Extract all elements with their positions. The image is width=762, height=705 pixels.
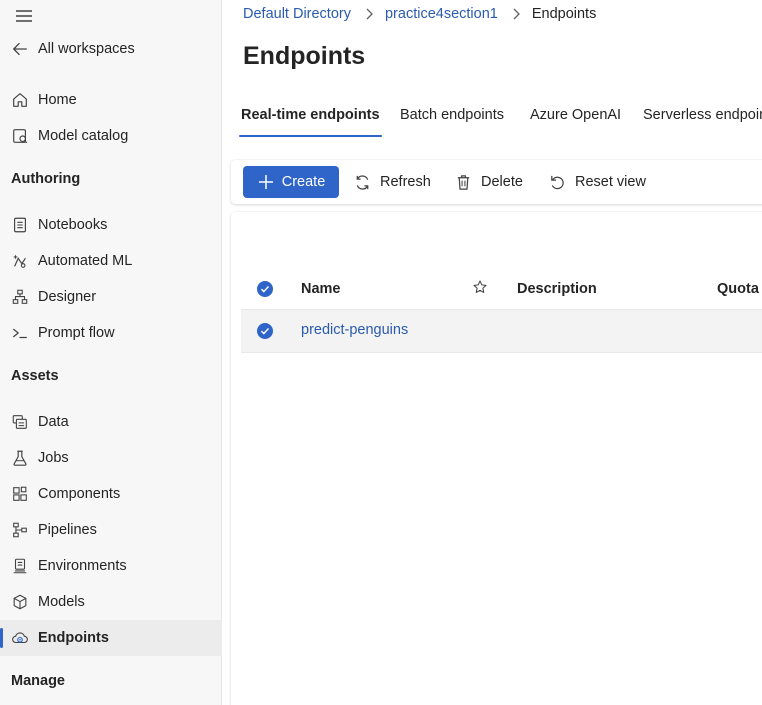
checkmark-icon xyxy=(260,285,270,293)
back-to-all-workspaces[interactable]: All workspaces xyxy=(0,31,222,67)
select-all-checkbox[interactable] xyxy=(257,281,273,297)
delete-button[interactable]: Delete xyxy=(454,166,523,198)
sidebar-item-endpoints[interactable]: Endpoints xyxy=(0,620,222,656)
command-bar: Create Refresh Delete Reset view xyxy=(231,160,762,204)
reset-view-label: Reset view xyxy=(575,174,646,190)
sidebar-item-label: Home xyxy=(38,92,77,108)
hamburger-menu-icon[interactable] xyxy=(14,8,34,24)
section-manage: Manage xyxy=(11,673,65,689)
jobs-icon xyxy=(10,448,30,468)
row-checkbox[interactable] xyxy=(257,323,273,339)
section-authoring: Authoring xyxy=(11,171,81,187)
model-catalog-icon xyxy=(10,126,30,146)
checkmark-icon xyxy=(260,327,270,335)
sidebar-item-label: Automated ML xyxy=(38,253,133,269)
automated-ml-icon xyxy=(10,251,30,271)
chevron-right-icon xyxy=(512,8,520,20)
create-button[interactable]: Create xyxy=(243,166,339,198)
sidebar-item-label: Model catalog xyxy=(38,128,129,144)
section-assets: Assets xyxy=(11,368,59,384)
sidebar-item-label: Data xyxy=(38,414,69,430)
plus-icon xyxy=(258,175,273,189)
sidebar-item-environments[interactable]: Environments xyxy=(0,548,222,584)
sidebar-item-label: Endpoints xyxy=(38,630,109,646)
reset-icon xyxy=(551,175,564,189)
breadcrumb: Default Directory practice4section1 Endp… xyxy=(243,6,596,22)
breadcrumb-default-directory[interactable]: Default Directory xyxy=(243,6,351,22)
sidebar-item-label: Designer xyxy=(38,289,97,305)
sidebar-item-components[interactable]: Components xyxy=(0,476,222,512)
endpoints-icon xyxy=(10,628,30,648)
arrow-left-icon xyxy=(10,39,30,59)
environments-icon xyxy=(10,556,30,576)
column-header-name[interactable]: Name xyxy=(301,281,341,297)
back-label: All workspaces xyxy=(38,41,135,57)
reset-view-button[interactable]: Reset view xyxy=(548,166,646,198)
chevron-right-icon xyxy=(365,8,373,20)
star-icon[interactable] xyxy=(472,279,488,299)
tab-batch-endpoints[interactable]: Batch endpoints xyxy=(400,104,504,136)
pipelines-icon xyxy=(10,520,30,540)
endpoint-name-link[interactable]: predict-penguins xyxy=(301,322,408,338)
left-nav: All workspaces Home Model catalog Author… xyxy=(0,0,222,705)
sidebar-item-label: Notebooks xyxy=(38,217,108,233)
grid-header-row: Name Description Quota t xyxy=(241,272,762,308)
refresh-button[interactable]: Refresh xyxy=(353,166,431,198)
delete-label: Delete xyxy=(481,174,523,190)
breadcrumb-workspace[interactable]: practice4section1 xyxy=(385,6,498,22)
sidebar-item-models[interactable]: Models xyxy=(0,584,222,620)
components-icon xyxy=(10,484,30,504)
models-icon xyxy=(10,592,30,612)
main-content: Default Directory practice4section1 Endp… xyxy=(223,0,762,705)
column-header-quota[interactable]: Quota t xyxy=(717,281,762,297)
breadcrumb-current: Endpoints xyxy=(531,6,597,22)
sidebar-item-automated-ml[interactable]: Automated ML xyxy=(0,243,222,279)
tab-azure-openai[interactable]: Azure OpenAI xyxy=(530,104,621,136)
sidebar-item-model-catalog[interactable]: Model catalog xyxy=(0,118,222,154)
sidebar-item-label: Jobs xyxy=(38,450,69,466)
sidebar-item-notebooks[interactable]: Notebooks xyxy=(0,207,222,243)
sidebar-item-pipelines[interactable]: Pipelines xyxy=(0,512,222,548)
home-icon xyxy=(10,90,30,110)
sidebar-item-prompt-flow[interactable]: Prompt flow xyxy=(0,315,222,351)
sidebar-item-label: Models xyxy=(38,594,85,610)
tab-real-time-endpoints[interactable]: Real-time endpoints xyxy=(239,104,382,137)
sidebar-item-label: Pipelines xyxy=(38,522,97,538)
sidebar-item-home[interactable]: Home xyxy=(0,82,222,118)
trash-icon xyxy=(457,174,470,190)
sidebar-item-label: Environments xyxy=(38,558,127,574)
page-title: Endpoints xyxy=(243,42,366,70)
column-header-description[interactable]: Description xyxy=(517,281,597,297)
sidebar-item-label: Components xyxy=(38,486,121,502)
sidebar-item-label: Prompt flow xyxy=(38,325,115,341)
table-row[interactable]: predict-penguins xyxy=(241,309,762,353)
notebook-icon xyxy=(10,215,30,235)
refresh-icon xyxy=(356,174,369,190)
create-button-label: Create xyxy=(281,174,326,190)
endpoints-grid-card: Name Description Quota t predict-penguin… xyxy=(231,212,762,705)
refresh-label: Refresh xyxy=(380,174,431,190)
sidebar-item-data[interactable]: Data xyxy=(0,404,222,440)
data-icon xyxy=(10,412,30,432)
sidebar-item-jobs[interactable]: Jobs xyxy=(0,440,222,476)
prompt-flow-icon xyxy=(10,323,30,343)
sidebar-item-designer[interactable]: Designer xyxy=(0,279,222,315)
designer-icon xyxy=(10,287,30,307)
tab-serverless-endpoints[interactable]: Serverless endpoints xyxy=(643,104,762,136)
